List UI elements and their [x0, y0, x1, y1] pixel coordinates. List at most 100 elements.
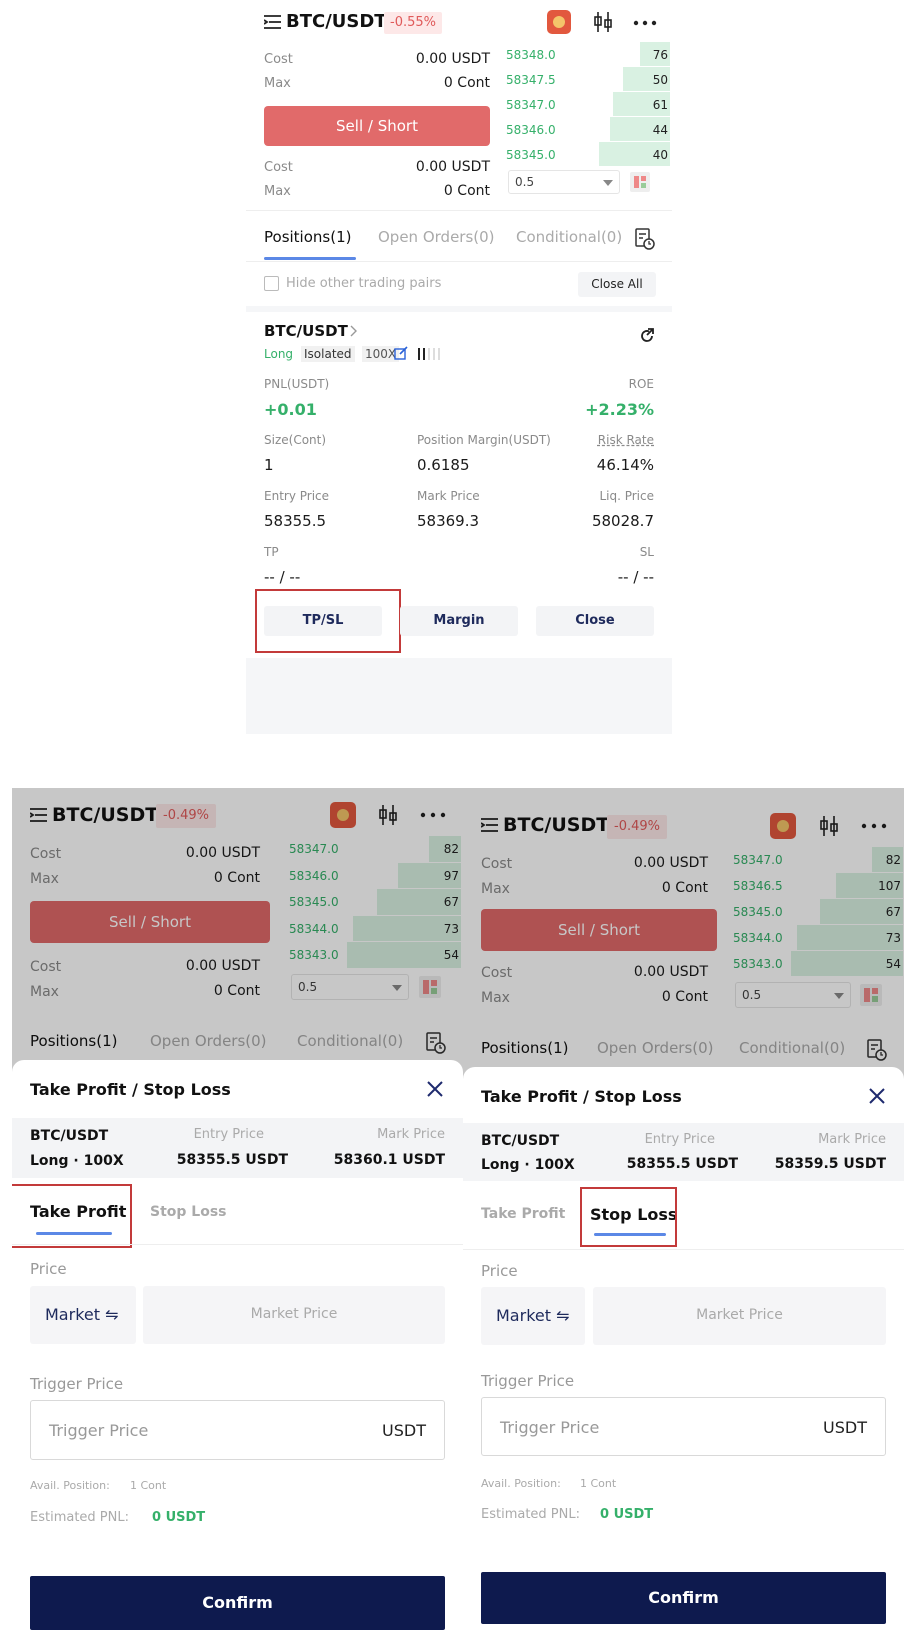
hide-pairs-checkbox[interactable]: [264, 276, 279, 291]
position-info: BTC/USDT Long · 100X Entry Price 58355.5…: [12, 1118, 463, 1178]
info-mark-value: 58359.5 USDT: [774, 1156, 886, 1172]
top-screen: BTC/USDT -0.55% Cost 0.00 USDT Max 0 Con…: [246, 0, 672, 734]
trigger-label: Trigger Price: [481, 1372, 575, 1390]
orderbook-price: 58346.0: [506, 123, 556, 137]
info-pair: BTC/USDT: [30, 1128, 109, 1144]
size-label: Size(Cont): [264, 433, 327, 447]
gift-icon[interactable]: [547, 10, 571, 34]
trigger-price-input[interactable]: Trigger Price USDT: [481, 1397, 886, 1456]
tpsl-sheet: Take Profit / Stop Loss BTC/USDT Long · …: [12, 1060, 463, 1630]
max-label: Max: [264, 76, 291, 91]
order-type-select[interactable]: Market ⇋: [30, 1286, 136, 1344]
close-all-button[interactable]: Close All: [578, 272, 656, 297]
market-price-field[interactable]: Market Price: [593, 1287, 886, 1345]
divider: [246, 210, 672, 211]
orderbook-row[interactable]: 58347.0 61: [506, 92, 670, 117]
edit-icon[interactable]: [394, 346, 408, 360]
avail-value: 1 Cont: [130, 1479, 167, 1492]
liq-label: Liq. Price: [599, 489, 654, 503]
size-value: 1: [264, 456, 274, 474]
orderbook-row[interactable]: 58348.0 76: [506, 42, 670, 67]
pair-title[interactable]: BTC/USDT: [286, 11, 387, 32]
close-icon[interactable]: [868, 1087, 886, 1105]
market-price-field[interactable]: Market Price: [143, 1286, 445, 1344]
tp-value: -- / --: [264, 568, 301, 586]
pnl-value: 0 USDT: [152, 1510, 206, 1525]
entry-value: 58355.5: [264, 512, 327, 530]
orderbook-row[interactable]: 58347.5 50: [506, 67, 670, 92]
highlight-box: [12, 1184, 132, 1248]
sl-label: SL: [639, 545, 654, 559]
pnl-value: 0 USDT: [600, 1507, 654, 1522]
more-icon[interactable]: [633, 20, 657, 26]
margin-label: Position Margin(USDT): [417, 433, 551, 447]
bottom-area: [246, 658, 672, 734]
max-label-2: Max: [264, 184, 291, 199]
orderbook-row[interactable]: 58345.0 40: [506, 142, 670, 167]
section-gap: [246, 306, 672, 312]
chevron-right-icon: [350, 325, 357, 337]
info-entry-label: Entry Price: [644, 1132, 715, 1147]
orderbook-price: 58347.0: [506, 98, 556, 112]
sheet-title: Take Profit / Stop Loss: [30, 1080, 231, 1099]
candlestick-icon[interactable]: [593, 11, 613, 33]
margin-value: 0.6185: [417, 456, 470, 474]
orderbook-qty: 50: [652, 73, 668, 87]
menu-icon[interactable]: [264, 15, 281, 29]
change-badge: -0.55%: [384, 12, 442, 34]
sl-value: -- / --: [617, 568, 654, 586]
position-pair[interactable]: BTC/USDT: [264, 322, 348, 340]
orderbook-price: 58345.0: [506, 148, 556, 162]
adl-indicator-icon: [418, 348, 442, 360]
mark-value: 58369.3: [417, 512, 480, 530]
precision-select[interactable]: 0.5: [508, 170, 620, 194]
sell-short-button[interactable]: Sell / Short: [264, 106, 490, 146]
divider: [246, 261, 672, 262]
tab-underline: [264, 257, 356, 260]
risk-value: 46.14%: [596, 456, 654, 474]
confirm-button[interactable]: Confirm: [30, 1576, 445, 1630]
close-button[interactable]: Close: [536, 606, 654, 636]
info-mark-label: Mark Price: [377, 1127, 445, 1142]
orderbook-price: 58348.0: [506, 48, 556, 62]
margin-button[interactable]: Margin: [400, 606, 518, 636]
confirm-button[interactable]: Confirm: [481, 1572, 886, 1624]
info-pair: BTC/USDT: [481, 1133, 560, 1149]
pnl-label: Estimated PNL:: [30, 1510, 129, 1525]
cost-label-2: Cost: [264, 160, 293, 175]
highlight-box: [580, 1187, 677, 1247]
cost-value: 0.00 USDT: [415, 51, 490, 67]
share-icon[interactable]: [639, 328, 655, 344]
tab-open-orders[interactable]: Open Orders(0): [378, 228, 495, 246]
risk-label[interactable]: Risk Rate: [598, 433, 654, 447]
info-entry-value: 58355.5 USDT: [176, 1152, 288, 1168]
sheet-title: Take Profit / Stop Loss: [481, 1087, 682, 1106]
orderbook-qty: 40: [652, 148, 668, 162]
info-side: Long · 100X: [30, 1153, 124, 1169]
info-mark-label: Mark Price: [818, 1132, 886, 1147]
info-entry-value: 58355.5 USDT: [626, 1156, 738, 1172]
cost-value-2: 0.00 USDT: [415, 159, 490, 175]
orderbook-qty: 44: [652, 123, 668, 137]
highlight-box: [255, 589, 401, 653]
avail-value: 1 Cont: [580, 1477, 617, 1490]
info-mark-value: 58360.1 USDT: [333, 1152, 445, 1168]
tab-stop-loss[interactable]: Stop Loss: [150, 1204, 227, 1220]
history-icon[interactable]: [635, 228, 655, 250]
tpsl-sheet: Take Profit / Stop Loss BTC/USDT Long · …: [463, 1067, 904, 1630]
tab-conditional[interactable]: Conditional(0): [516, 228, 622, 246]
close-icon[interactable]: [426, 1080, 444, 1098]
info-side: Long · 100X: [481, 1157, 575, 1173]
tab-positions[interactable]: Positions(1): [264, 228, 351, 246]
layout-icon[interactable]: [630, 172, 650, 192]
order-type-select[interactable]: Market ⇋: [481, 1287, 585, 1345]
orderbook-qty: 61: [652, 98, 668, 112]
avail-label: Avail. Position:: [481, 1477, 561, 1490]
trigger-price-input[interactable]: Trigger Price USDT: [30, 1400, 445, 1460]
max-value: 0 Cont: [443, 75, 490, 91]
orderbook-qty: 76: [652, 48, 668, 62]
tp-label: TP: [264, 545, 279, 559]
divider: [463, 1249, 904, 1250]
orderbook-row[interactable]: 58346.0 44: [506, 117, 670, 142]
tab-take-profit[interactable]: Take Profit: [481, 1206, 565, 1222]
